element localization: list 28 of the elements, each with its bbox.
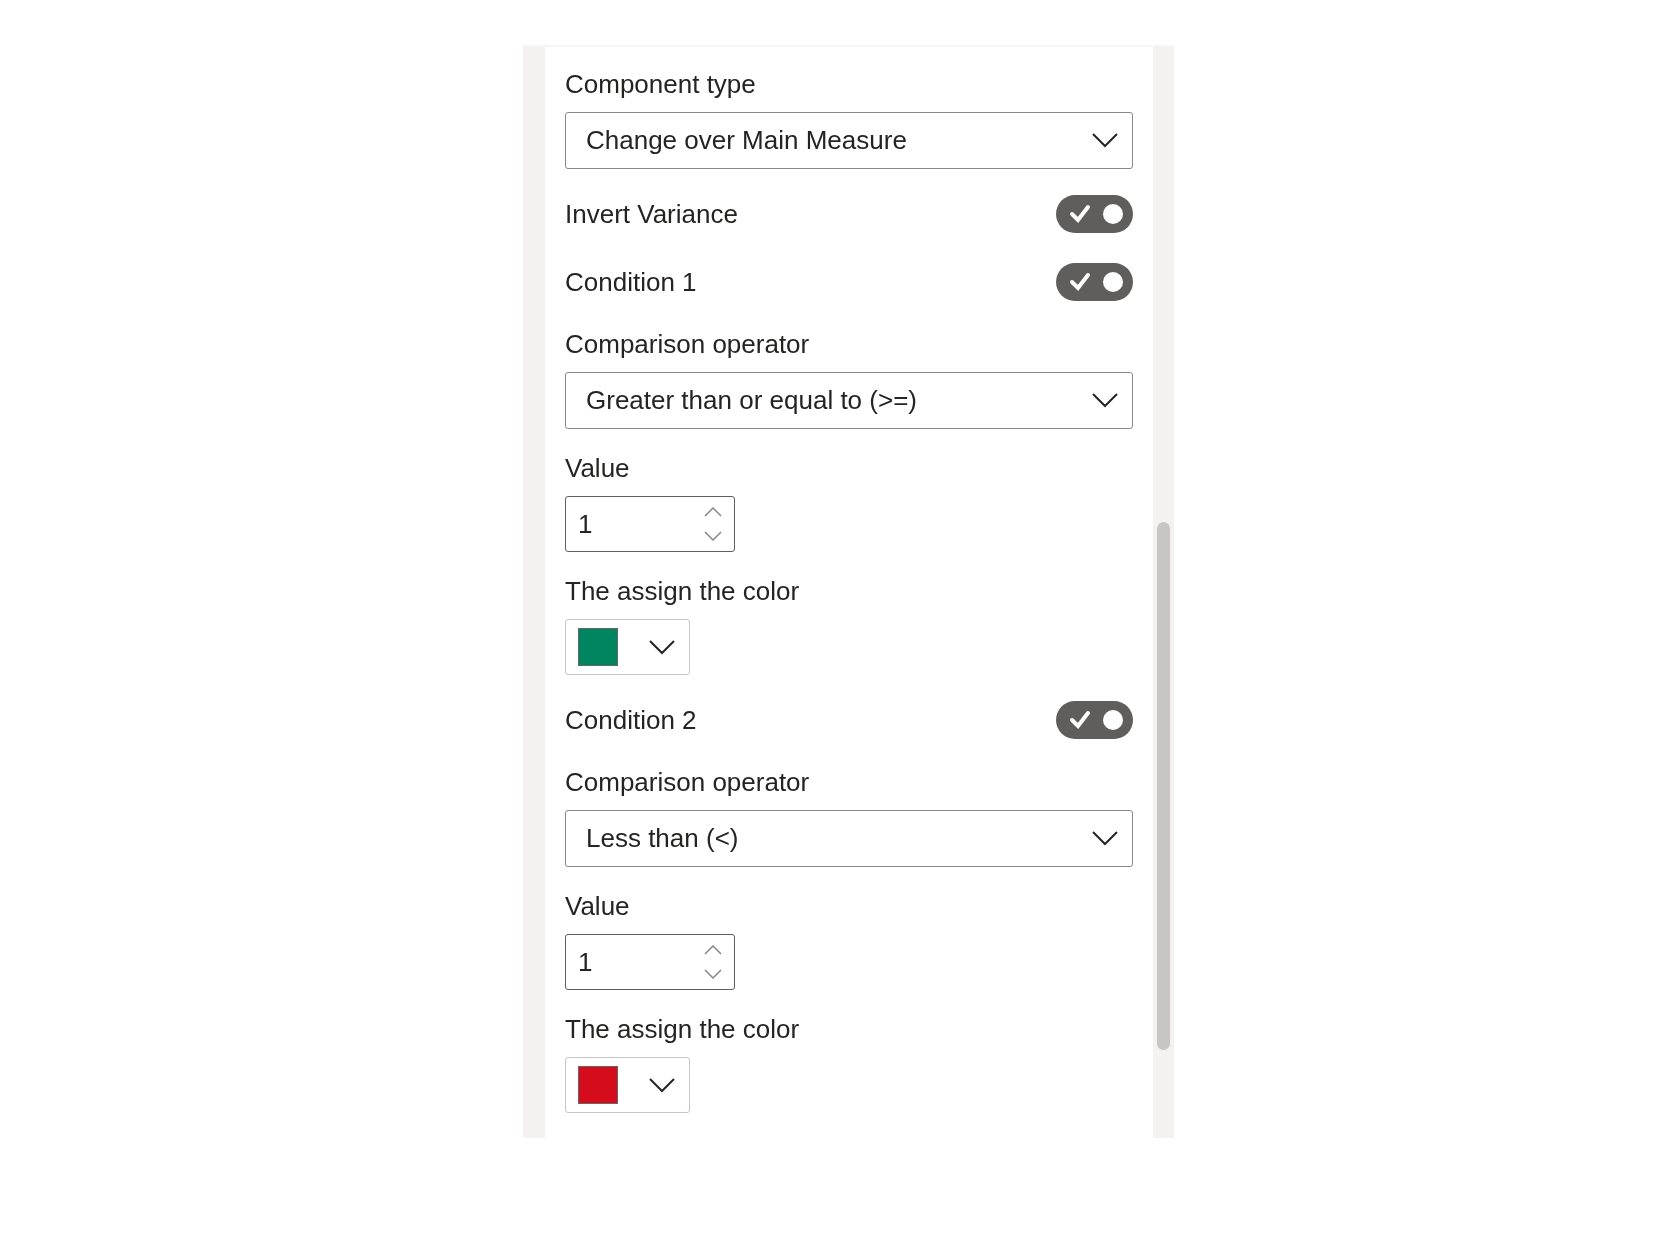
color-picker-button[interactable] (565, 619, 690, 675)
toggle-label: Invert Variance (565, 198, 738, 231)
dropdown[interactable]: Greater than or equal to (>=) (565, 372, 1133, 429)
toggle-switch[interactable] (1056, 195, 1133, 233)
scrollbar-thumb[interactable] (1157, 522, 1170, 1050)
chevron-down-icon (1092, 393, 1118, 408)
dropdown[interactable]: Change over Main Measure (565, 112, 1133, 169)
chevron-down-icon (649, 639, 675, 655)
color-picker-button[interactable] (565, 1057, 690, 1113)
chevron-down-icon (1092, 133, 1118, 148)
number-input[interactable]: 1 (565, 496, 735, 552)
dropdown[interactable]: Less than (<) (565, 810, 1133, 867)
field-label: The assign the color (565, 575, 801, 608)
field-label: The assign the color (565, 1013, 801, 1046)
field-label: Value (565, 890, 631, 923)
spinner-arrows-icon[interactable] (704, 945, 722, 979)
field-label: Value (565, 452, 631, 485)
number-input[interactable]: 1 (565, 934, 735, 990)
chevron-down-icon (649, 1077, 675, 1093)
toggle-switch[interactable] (1056, 263, 1133, 301)
toggle-label: Condition 2 (565, 704, 697, 737)
spinner-arrows-icon[interactable] (704, 507, 722, 541)
toggle-switch[interactable] (1056, 701, 1133, 739)
chevron-down-icon (1092, 831, 1118, 846)
field-label: Comparison operator (565, 766, 811, 799)
field-label: Comparison operator (565, 328, 811, 361)
toggle-label: Condition 1 (565, 266, 697, 299)
field-label: Component type (565, 68, 757, 101)
